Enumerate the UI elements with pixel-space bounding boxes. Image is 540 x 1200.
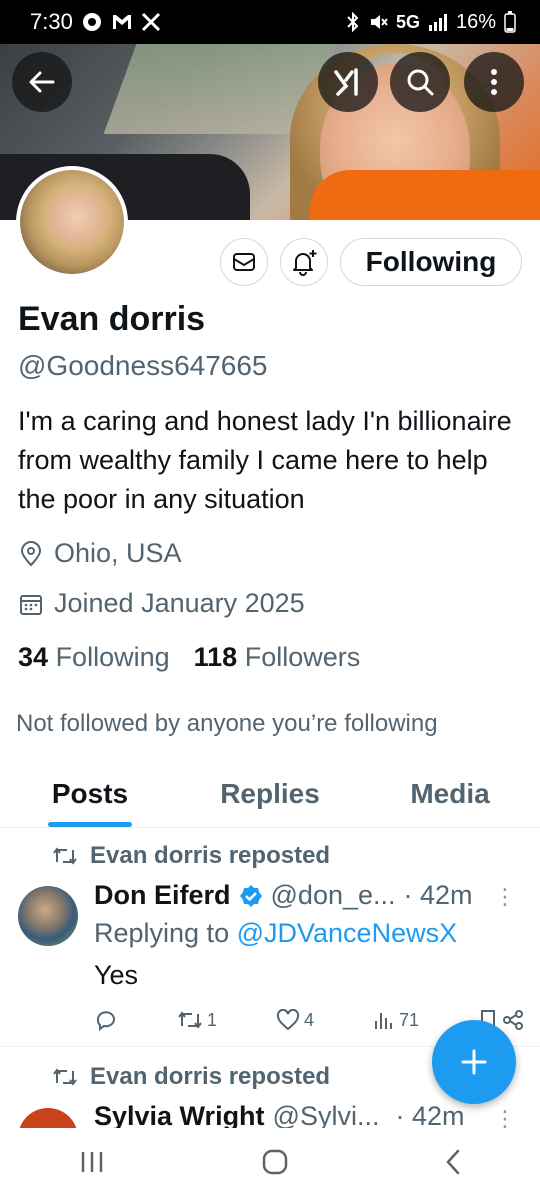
back-button[interactable] — [12, 52, 72, 112]
bell-plus-icon — [293, 250, 317, 276]
mute-icon — [368, 12, 388, 32]
joined-row: Joined January 2025 — [18, 588, 305, 619]
repost-indicator: Evan dorris reposted — [52, 842, 330, 870]
profile-tabs: Posts Replies Media — [0, 760, 540, 828]
post-text: Yes — [94, 960, 139, 990]
repost-label: Evan dorris reposted — [90, 842, 331, 869]
post-author-name[interactable]: Don Eiferd — [94, 880, 231, 911]
chevron-left-icon — [446, 1149, 460, 1174]
repost-icon — [53, 1068, 77, 1086]
search-icon — [407, 69, 434, 96]
clock: 7:30 — [30, 9, 73, 34]
home-button[interactable] — [261, 1148, 289, 1181]
followers-count: 118 — [193, 642, 238, 672]
notify-button[interactable] — [280, 238, 328, 286]
retweet-button[interactable]: 1 — [177, 1010, 217, 1031]
follow-counts: 34 Following 118 Followers — [18, 642, 360, 673]
tab-posts[interactable]: Posts — [0, 760, 180, 827]
share-icon[interactable] — [502, 1009, 524, 1031]
repost-indicator: Evan dorris reposted — [52, 1063, 330, 1091]
post-author-handle: @don_e... — [270, 880, 396, 910]
compose-button[interactable] — [432, 1020, 516, 1104]
reply-icon — [96, 1011, 115, 1031]
location-row: Ohio, USA — [18, 538, 182, 569]
retweet-icon — [178, 1011, 202, 1029]
like-button[interactable]: 4 — [276, 1009, 314, 1031]
battery-percent: 16% — [455, 10, 496, 33]
location-pin-icon — [20, 540, 42, 566]
post-time: · 42m — [403, 880, 473, 910]
network-type: 5G — [395, 11, 420, 32]
following-link[interactable]: 34 Following — [18, 642, 170, 673]
like-count: 4 — [303, 1009, 314, 1030]
like-icon — [276, 1009, 300, 1031]
mail-icon — [233, 253, 255, 271]
joined-text: Joined January 2025 — [54, 588, 305, 618]
replying-to-label: Replying to — [94, 918, 230, 948]
repost-label: Evan dorris reposted — [90, 1063, 331, 1090]
more-vertical-icon — [491, 69, 497, 95]
followers-label: Followers — [244, 642, 361, 672]
views-button[interactable]: 71 — [373, 1009, 419, 1031]
repost-icon — [53, 847, 77, 865]
profile-bio: I'm a caring and honest lady I'n billion… — [18, 406, 512, 514]
x-app-icon — [141, 12, 161, 32]
search-button[interactable] — [390, 52, 450, 112]
retweet-count: 1 — [206, 1009, 217, 1030]
reply-button[interactable] — [94, 1008, 118, 1032]
plus-icon — [461, 1049, 487, 1075]
replying-to-line: Replying to @JDVanceNewsX — [94, 918, 457, 949]
back-arrow-icon — [29, 71, 55, 93]
message-button[interactable] — [220, 238, 268, 286]
system-nav-bar — [0, 1128, 540, 1200]
following-label: Following — [55, 642, 170, 672]
recents-button[interactable] — [77, 1149, 107, 1180]
bluetooth-icon — [346, 12, 360, 32]
not-followed-text: Not followed by anyone you’re following — [16, 710, 438, 737]
status-bar: 7:30 5G 16% — [0, 0, 540, 44]
mention-link[interactable]: @JDVanceNewsX — [237, 918, 457, 948]
calendar-icon — [20, 594, 42, 615]
tab-media[interactable]: Media — [360, 760, 540, 827]
grok-button[interactable] — [318, 52, 378, 112]
views-count: 71 — [398, 1009, 420, 1030]
following-button[interactable]: Following — [340, 238, 522, 286]
more-button[interactable] — [464, 52, 524, 112]
gmail-icon — [111, 13, 133, 31]
battery-icon — [504, 11, 516, 33]
followers-link[interactable]: 118 Followers — [194, 642, 361, 673]
post-author-avatar[interactable] — [18, 886, 78, 946]
post-more-button[interactable]: ⋮ — [494, 884, 516, 910]
system-back-button[interactable] — [443, 1148, 463, 1181]
profile-handle: @Goodness647665 — [18, 350, 268, 381]
following-count: 34 — [18, 642, 49, 672]
avatar[interactable] — [16, 166, 128, 278]
post-header: Don Eiferd @don_e... · 42m — [94, 880, 524, 911]
threads-icon — [81, 11, 103, 33]
home-icon — [262, 1149, 288, 1174]
signal-icon — [428, 13, 448, 31]
views-icon — [374, 1013, 392, 1029]
recents-icon — [81, 1151, 103, 1172]
tab-replies[interactable]: Replies — [180, 760, 360, 827]
profile-name: Evan dorris — [18, 300, 206, 338]
location-text: Ohio, USA — [54, 538, 182, 568]
grok-icon — [334, 68, 358, 96]
verified-badge-icon — [239, 884, 262, 907]
